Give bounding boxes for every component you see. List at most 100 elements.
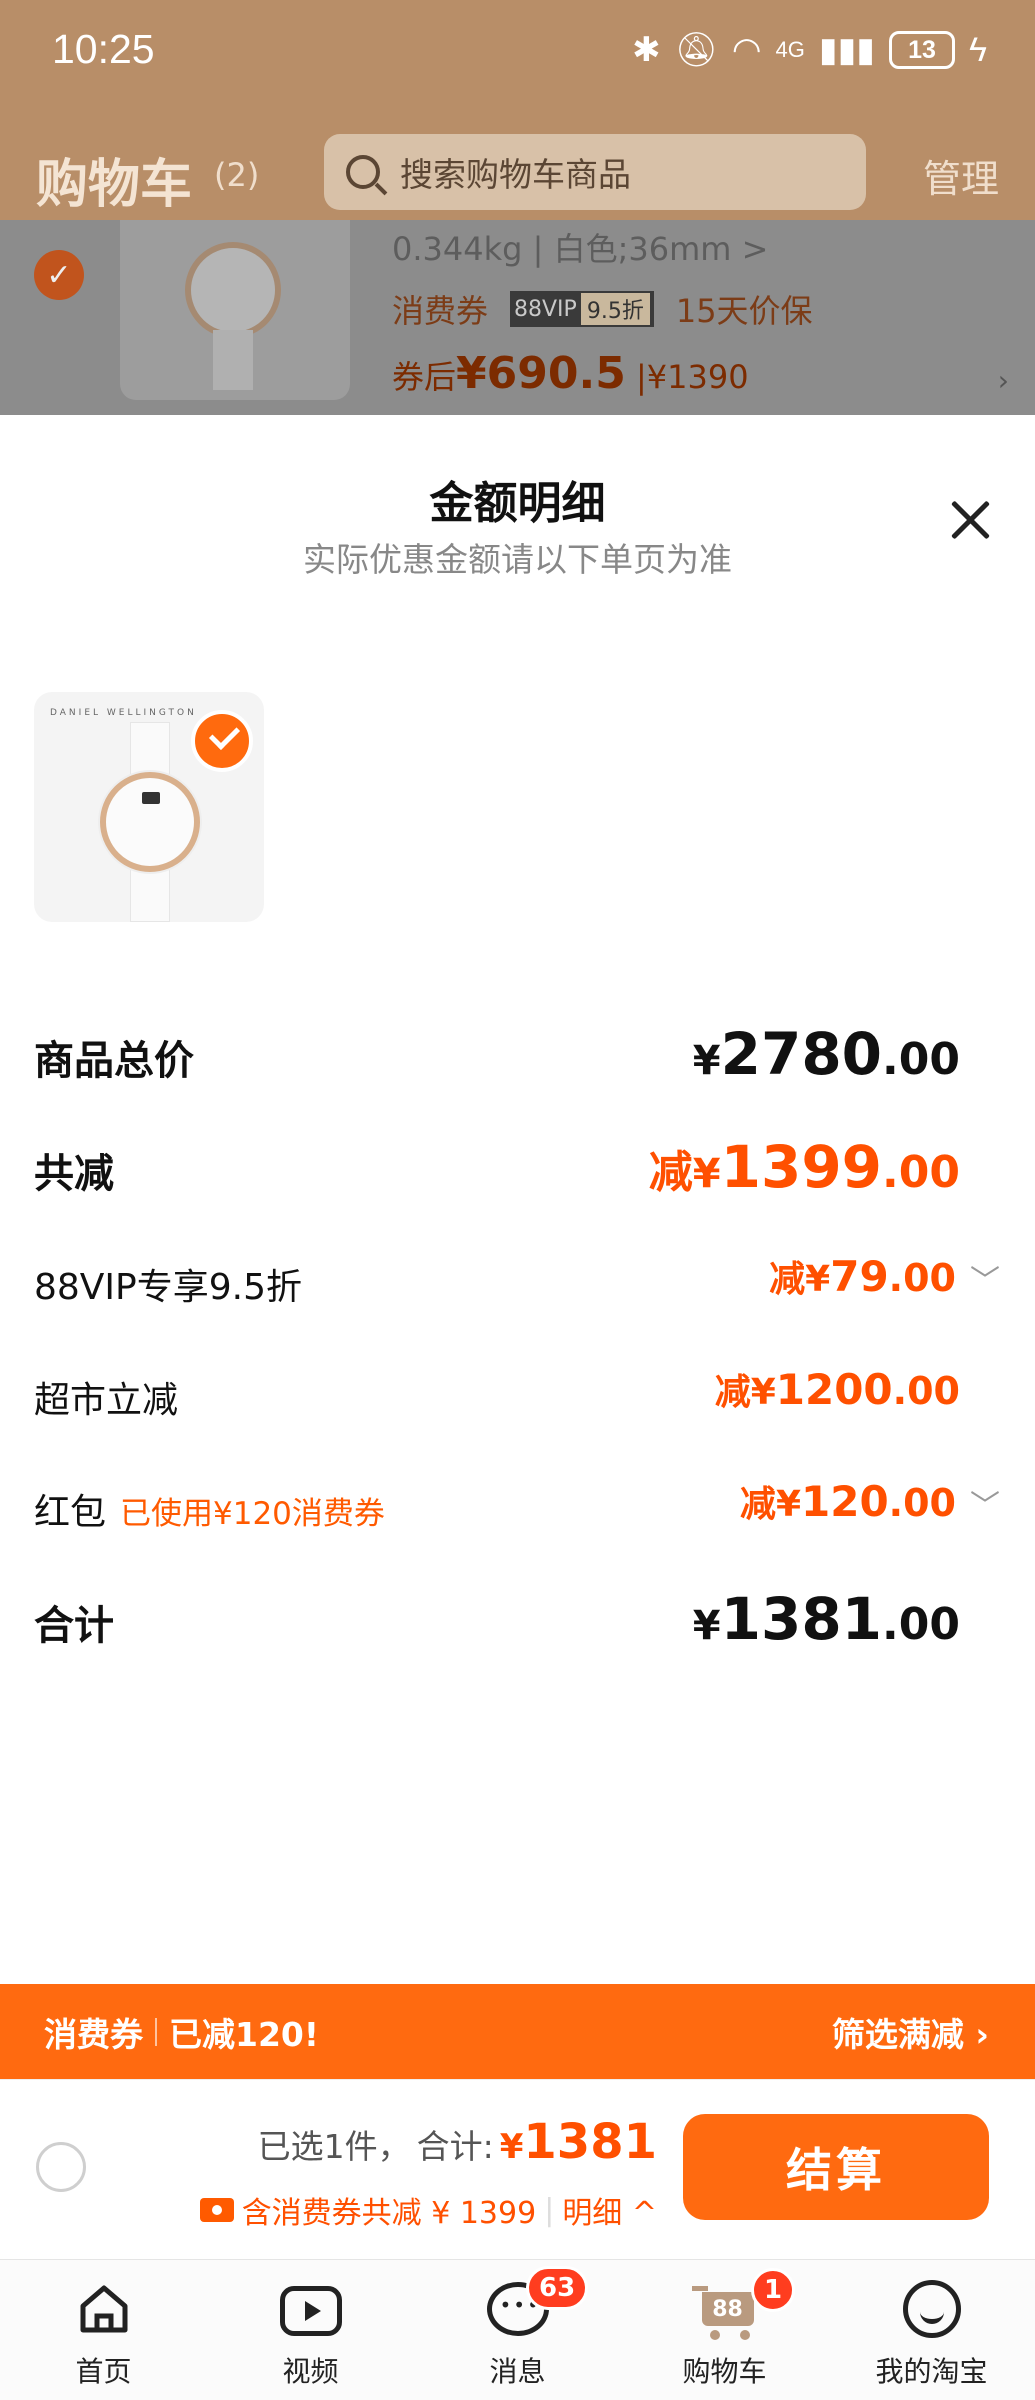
selected-check-icon	[191, 710, 253, 772]
row-redpack[interactable]: 红包 已使用¥120消费券 减 ¥120.00 ﹀	[34, 1475, 1000, 1545]
amount-integer: 2780	[720, 1020, 883, 1088]
watch-strap-bottom	[130, 868, 170, 922]
chevron-down-icon[interactable]: ﹀	[970, 1481, 1000, 1525]
charging-icon: ϟ	[969, 30, 987, 69]
total-reduce-label: 共减	[34, 1151, 114, 1197]
battery-icon: 13	[889, 31, 955, 69]
price-after-coupon: ¥690.5	[456, 348, 626, 399]
brand-text: DANIEL WELLINGTON	[50, 708, 197, 718]
price-separator: |	[635, 358, 647, 396]
item-more-button[interactable]: ›	[998, 364, 1009, 397]
currency-symbol: ¥	[692, 1151, 721, 1197]
manage-button[interactable]: 管理	[923, 148, 999, 203]
tab-label: 我的淘宝	[875, 2355, 988, 2388]
row-total-price: 商品总价 ¥2780.00	[34, 1020, 1000, 1090]
amount-decimal: .00	[882, 1599, 960, 1650]
item-check-icon[interactable]: ✓	[34, 250, 84, 300]
currency-symbol: ¥	[499, 2127, 524, 2167]
cart-count: (2)	[214, 156, 260, 194]
tab-label: 首页	[75, 2355, 132, 2388]
market-discount-label: 超市立减	[34, 1380, 179, 1421]
discount-text: 含消费券共减 ¥ 1399	[241, 2196, 537, 2231]
vip-tag: 88VIP 9.5折	[510, 291, 654, 327]
tab-home[interactable]: 首页	[0, 2260, 207, 2400]
cart-icon: 88	[691, 2278, 758, 2340]
tab-video[interactable]: 视频	[207, 2260, 414, 2400]
select-all-checkbox[interactable]	[36, 2142, 86, 2192]
amount-integer: 1200	[775, 1365, 893, 1414]
amount-decimal: .00	[882, 1034, 960, 1085]
coupon-tag: 消费券	[392, 292, 489, 330]
total-price-value: ¥2780.00	[693, 1020, 1000, 1088]
vip-discount-label: 88VIP专享9.5折	[34, 1267, 303, 1308]
vip-discount-value: 减 ¥79.00 ﹀	[769, 1250, 1000, 1302]
amount-decimal: .00	[888, 1256, 956, 1300]
tab-label: 购物车	[682, 2355, 767, 2388]
video-icon	[279, 2286, 342, 2336]
detail-toggle[interactable]: 明细 ^	[562, 2188, 657, 2232]
amount-detail-sheet: 金额明细 实际优惠金额请以下单页为准 DANIEL WELLINGTON 商品总…	[0, 415, 1035, 1985]
currency-symbol: ¥	[692, 1603, 721, 1649]
vip-tag-discount: 9.5折	[580, 293, 650, 325]
checkout-total-amount: 1381	[523, 2114, 657, 2170]
total-reduce-value: 减 ¥1399.00	[649, 1133, 1000, 1201]
watch-strap-image	[213, 330, 253, 390]
signal-icon: ▮▮▮	[818, 31, 875, 69]
discount-summary[interactable]: 含消费券共减 ¥ 1399 | 明细 ^	[199, 2188, 657, 2232]
reduce-prefix: 减	[648, 1147, 693, 1198]
background-cart-item: ✓ 0.344kg | 白色;36mm > 消费券 88VIP 9.5折 15天价…	[0, 220, 1035, 416]
watch-logo	[142, 792, 160, 804]
redpack-value: 减 ¥120.00 ﹀	[740, 1475, 1000, 1527]
price-prefix: 券后	[392, 358, 457, 396]
status-icons: ✱ 🔕︎ ◠ 4G ▮▮▮ 13 ϟ	[632, 30, 987, 70]
currency-symbol: ¥	[805, 1259, 831, 1300]
checkout-total: ¥1381	[500, 2114, 657, 2170]
sheet-subtitle: 实际优惠金额请以下单页为准	[303, 540, 732, 579]
coupon-banner: 消费券 已减120! 筛选满减 ›	[0, 1984, 1035, 2079]
amount-integer: 79	[830, 1252, 889, 1301]
checkout-bar: 已选1件， 合计: ¥1381 含消费券共减 ¥ 1399 | 明细 ^ 结算	[0, 2079, 1035, 2259]
close-icon[interactable]	[945, 495, 995, 545]
cart-search-input[interactable]: 搜索购物车商品	[324, 134, 866, 210]
cart-icon-text: 88	[701, 2292, 754, 2326]
video-icon-wrap	[276, 2274, 346, 2344]
redpack-note: 已使用¥120消费券	[120, 1496, 385, 1532]
amount-decimal: .00	[888, 1481, 956, 1525]
reduce-prefix: 减	[739, 1484, 776, 1525]
network-type: 4G	[775, 37, 805, 62]
search-placeholder: 搜索购物车商品	[400, 155, 631, 194]
bluetooth-icon: ✱	[632, 31, 661, 69]
tab-label: 视频	[282, 2355, 339, 2388]
checkout-button[interactable]: 结算	[683, 2114, 989, 2220]
tab-cart[interactable]: 88 购物车 1	[621, 2260, 828, 2400]
row-vip-discount[interactable]: 88VIP专享9.5折 减 ¥79.00 ﹀	[34, 1250, 1000, 1320]
status-time: 10:25	[52, 26, 155, 72]
cart-header: 购物车 (2) 搜索购物车商品 管理	[0, 130, 1035, 220]
sheet-title: 金额明细	[429, 478, 606, 529]
amount-decimal: .00	[892, 1369, 960, 1413]
reduce-prefix: 减	[769, 1259, 806, 1300]
item-price: 券后¥690.5 |¥1390	[392, 348, 749, 399]
search-icon	[346, 155, 380, 189]
watch-strap-top	[130, 722, 170, 778]
bottom-tabbar: 首页 视频 消息 63 88 购物车 1 我的淘宝	[0, 2259, 1035, 2400]
coupon-icon	[199, 2198, 234, 2222]
amount-decimal: .00	[882, 1147, 960, 1198]
divider: |	[544, 2192, 555, 2228]
coupon-label: 消费券	[44, 2015, 143, 2054]
price-original: ¥1390	[646, 358, 749, 396]
row-sum: 合计 ¥1381.00	[34, 1585, 1000, 1655]
selected-count: 已选1件，	[257, 2127, 411, 2166]
filter-discount-link[interactable]: 筛选满减 ›	[832, 2008, 989, 2056]
currency-symbol: ¥	[750, 1372, 776, 1413]
sum-label: 合计	[34, 1603, 114, 1649]
cart-title: 购物车	[36, 155, 193, 215]
chevron-down-icon[interactable]: ﹀	[970, 1256, 1000, 1300]
reduce-prefix: 减	[714, 1372, 751, 1413]
tab-my-taobao[interactable]: 我的淘宝	[828, 2260, 1035, 2400]
price-protect-tag: 15天价保	[675, 292, 813, 330]
tab-messages[interactable]: 消息 63	[414, 2260, 621, 2400]
market-discount-value: 减 ¥1200.00	[715, 1363, 1000, 1415]
amount-integer: 120	[801, 1477, 889, 1526]
selected-summary: 已选1件， 合计: ¥1381	[258, 2114, 657, 2170]
